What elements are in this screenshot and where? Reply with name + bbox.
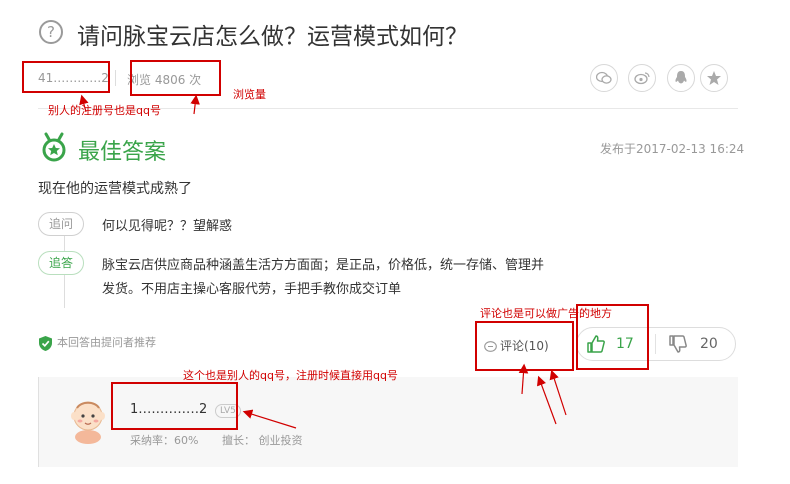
shield-check-icon bbox=[39, 335, 52, 351]
thumbs-down-icon[interactable] bbox=[668, 334, 688, 358]
followup-question-tag: 追问 bbox=[38, 212, 85, 236]
followup-answer-tag: 追答 bbox=[38, 251, 85, 275]
annotation-answerer: 这个也是别人的qq号，注册时候直接用qq号 bbox=[183, 369, 398, 382]
meta-divider bbox=[115, 70, 116, 86]
recommend-text: 本回答由提问者推荐 bbox=[57, 336, 156, 349]
recommend-row: 本回答由提问者推荐 bbox=[38, 334, 156, 352]
annotation-box-user-id bbox=[22, 61, 110, 93]
best-answer-heading: 最佳答案 bbox=[78, 140, 167, 165]
annotation-box-answerer bbox=[111, 382, 238, 430]
avatar[interactable] bbox=[66, 396, 110, 444]
annotation-box-comment bbox=[475, 321, 574, 371]
qq-icon[interactable] bbox=[667, 64, 695, 92]
adopt-rate: 采纳率：60% bbox=[130, 434, 199, 447]
followup-answer-line1: 脉宝云店供应商品种涵盖生活方方面面；是正品，价格低，统一存储、管理并 bbox=[102, 258, 545, 273]
followup-question-text: 何以见得呢？？望解惑 bbox=[102, 219, 233, 234]
weibo-icon[interactable] bbox=[628, 64, 656, 92]
wechat-icon[interactable] bbox=[590, 64, 618, 92]
answer-text: 现在他的运营模式成熟了 bbox=[38, 181, 192, 197]
dislike-count: 20 bbox=[700, 336, 718, 352]
question-circle-icon: ? bbox=[39, 20, 63, 44]
annotation-views: 浏览量 bbox=[233, 88, 266, 101]
annotation-box-views bbox=[130, 60, 221, 96]
medal-icon bbox=[40, 132, 68, 162]
question-title: 请问脉宝云店怎么做？运营模式如何？ bbox=[77, 24, 468, 50]
annotation-user-id: 别人的注册号也是qq号 bbox=[48, 104, 161, 117]
followup-answer-line2: 发货。不用店主操心客服代劳，手把手教你成交订单 bbox=[102, 282, 402, 297]
annotation-comments: 评论也是可以做广告的地方 bbox=[480, 307, 612, 320]
star-icon[interactable] bbox=[700, 64, 728, 92]
expertise: 擅长： 创业投资 bbox=[222, 434, 303, 447]
vote-divider bbox=[655, 334, 656, 354]
publish-time: 发布于2017-02-13 16:24 bbox=[600, 142, 745, 156]
